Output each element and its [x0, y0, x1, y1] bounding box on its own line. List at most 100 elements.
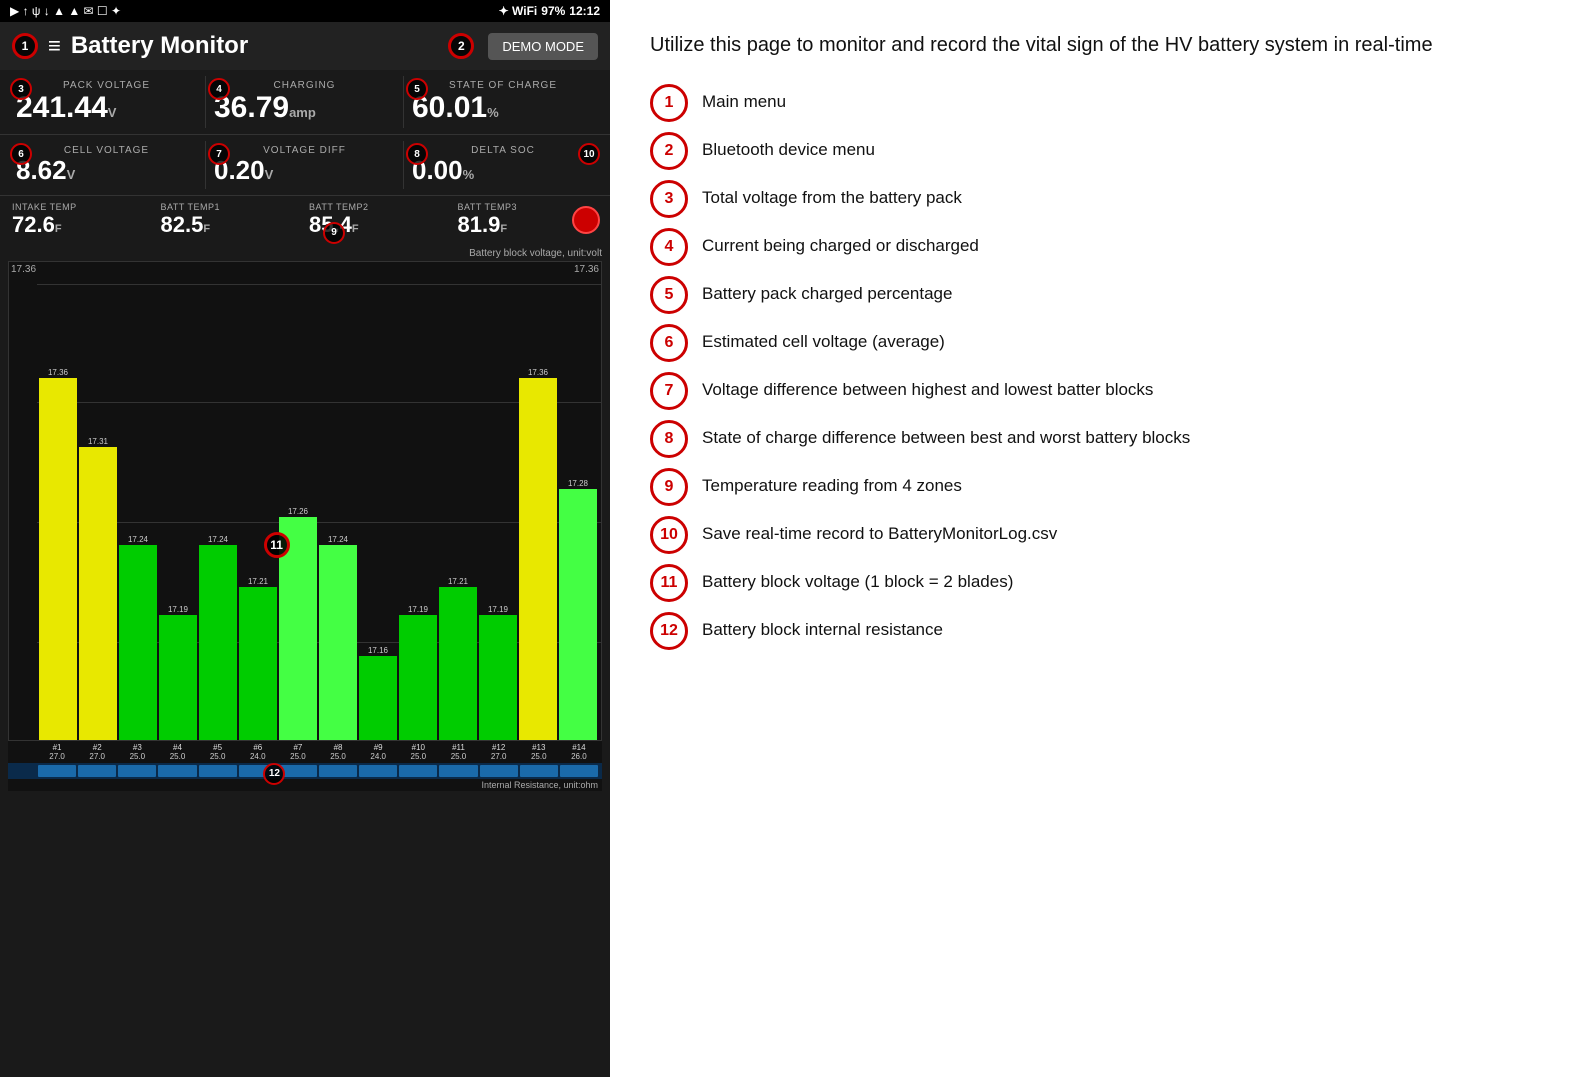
chart-y-max-left: 17.36	[11, 264, 36, 275]
bar-value-label: 17.21	[448, 577, 468, 586]
bar	[39, 378, 77, 740]
delta-soc-value: 0.00%	[412, 156, 594, 185]
resistance-block	[399, 765, 437, 777]
bar	[399, 615, 437, 740]
bar	[239, 587, 277, 740]
batt-temp1-label: BATT TEMP1	[161, 202, 302, 212]
resistance-row: 12	[8, 763, 602, 779]
annotation-6: 6	[10, 143, 32, 165]
bar-group: 17.36	[519, 368, 557, 740]
x-label: #624.0	[239, 743, 277, 761]
bar-value-label: 17.24	[328, 535, 348, 544]
bar-value-label: 17.26	[288, 507, 308, 516]
chart-y-max-right: 17.36	[574, 264, 599, 275]
x-axis: #127.0#227.0#325.0#425.0#525.0#624.0#725…	[8, 741, 602, 763]
state-of-charge-value: 60.01%	[412, 91, 594, 124]
status-icons-right: ✦ WiFi 97% 12:12	[499, 4, 600, 18]
bar-value-label: 17.19	[168, 605, 188, 614]
bar-group: 17.21	[439, 577, 477, 740]
bar-value-label: 17.28	[568, 479, 588, 488]
main-menu-icon[interactable]: ≡	[48, 33, 61, 59]
app-header: 1 ≡ Battery Monitor 2 DEMO MODE	[0, 22, 610, 70]
bar	[119, 545, 157, 740]
charging-label: CHARGING	[214, 80, 395, 91]
bar-group: 17.31	[79, 437, 117, 740]
annotation-1: 1	[12, 33, 38, 59]
bar-group: 17.28	[559, 479, 597, 740]
bar-value-label: 17.31	[88, 437, 108, 446]
bar	[559, 489, 597, 740]
status-bar: ▶ ↑ ψ ↓ ▲ ▲ ✉ ☐ ✦ ✦ WiFi 97% 12:12	[0, 0, 610, 22]
bar-value-label: 17.19	[408, 605, 428, 614]
x-label: #525.0	[199, 743, 237, 761]
description-intro: Utilize this page to monitor and record …	[650, 30, 1450, 60]
annotation-4: 4	[208, 78, 230, 100]
record-button[interactable]	[572, 206, 600, 234]
description-item: 11Battery block voltage (1 block = 2 bla…	[650, 564, 1535, 602]
demo-mode-button[interactable]: DEMO MODE	[488, 33, 598, 60]
pack-voltage-label: PACK VOLTAGE	[16, 80, 197, 91]
bar-value-label: 17.21	[248, 577, 268, 586]
bar-value-label: 17.24	[208, 535, 228, 544]
bar	[439, 587, 477, 740]
batt-temp1-value: 82.5F	[161, 212, 302, 238]
bar-group: 17.16	[359, 646, 397, 740]
bar	[159, 615, 197, 740]
x-label: #1426.0	[560, 743, 598, 761]
bar-chart: 17.36 17.31 17.24 17.19 17.24 17.21 17.26 17.24…	[9, 300, 601, 740]
annotation-10: 10	[578, 143, 600, 165]
x-label: #1125.0	[439, 743, 477, 761]
annotation-8: 8	[406, 143, 428, 165]
annotation-circle: 7	[650, 372, 688, 410]
cell-voltage-value: 8.62V	[16, 156, 197, 185]
chart-label: Battery block voltage, unit:volt	[8, 248, 602, 259]
bar-group: 17.19	[159, 605, 197, 740]
annotation-circle: 9	[650, 468, 688, 506]
chart-section: Battery block voltage, unit:volt 17.36 1…	[0, 244, 610, 1077]
description-text: Temperature reading from 4 zones	[702, 468, 1535, 498]
metrics-section-2: 6 CELL VOLTAGE 8.62V 7 VOLTAGE DIFF 0.20…	[0, 134, 610, 195]
pack-voltage-value: 241.44V	[16, 91, 197, 124]
annotation-2: 2	[448, 33, 474, 59]
intake-temp-label: INTAKE TEMP	[12, 202, 153, 212]
resistance-label: Internal Resistance, unit:ohm	[8, 779, 602, 791]
charging-value: 36.79amp	[214, 91, 395, 124]
battery-level: 97%	[541, 4, 565, 18]
description-item: 6Estimated cell voltage (average)	[650, 324, 1535, 362]
x-label: #924.0	[359, 743, 397, 761]
resistance-block	[560, 765, 598, 777]
grid-line-top	[37, 284, 601, 285]
description-item: 10Save real-time record to BatteryMonito…	[650, 516, 1535, 554]
intake-temp-value: 72.6F	[12, 212, 153, 238]
status-icons: ▶ ↑ ψ ↓ ▲ ▲ ✉ ☐ ✦	[10, 4, 121, 18]
intake-temp-block: INTAKE TEMP 72.6F	[8, 200, 157, 240]
chart-container: 17.36 17.36 17.3617.3117.2417.1917.2417.…	[8, 261, 602, 741]
description-list: 1Main menu2Bluetooth device menu3Total v…	[650, 84, 1535, 650]
description-text: Bluetooth device menu	[702, 132, 1535, 162]
description-item: 9 Temperature reading from 4 zones	[650, 468, 1535, 506]
voltage-diff-value: 0.20V	[214, 156, 395, 185]
description-text: State of charge difference between best …	[702, 420, 1535, 450]
annotation-3: 3	[10, 78, 32, 100]
batt-temp2-label: BATT TEMP2	[309, 202, 450, 212]
description-text: Main menu	[702, 84, 1535, 114]
state-of-charge-block: 5 STATE OF CHARGE 60.01%	[404, 76, 602, 128]
x-label: #1325.0	[520, 743, 558, 761]
bar	[519, 378, 557, 740]
x-label: #825.0	[319, 743, 357, 761]
bar-value-label: 17.24	[128, 535, 148, 544]
bar-group: 17.24	[199, 535, 237, 740]
resistance-block	[78, 765, 116, 777]
resistance-block	[158, 765, 196, 777]
bar-value-label: 17.16	[368, 646, 388, 655]
resistance-block	[439, 765, 477, 777]
phone-panel: ▶ ↑ ψ ↓ ▲ ▲ ✉ ☐ ✦ ✦ WiFi 97% 12:12 1 ≡ B…	[0, 0, 610, 1077]
batt-temp2-block: 9 BATT TEMP2 85.4F	[305, 200, 454, 240]
bar-group: 17.24	[319, 535, 357, 740]
annotation-circle: 8	[650, 420, 688, 458]
resistance-block	[118, 765, 156, 777]
x-label: #227.0	[78, 743, 116, 761]
annotation-circle: 6	[650, 324, 688, 362]
state-of-charge-label: STATE OF CHARGE	[412, 80, 594, 91]
resistance-block	[319, 765, 357, 777]
